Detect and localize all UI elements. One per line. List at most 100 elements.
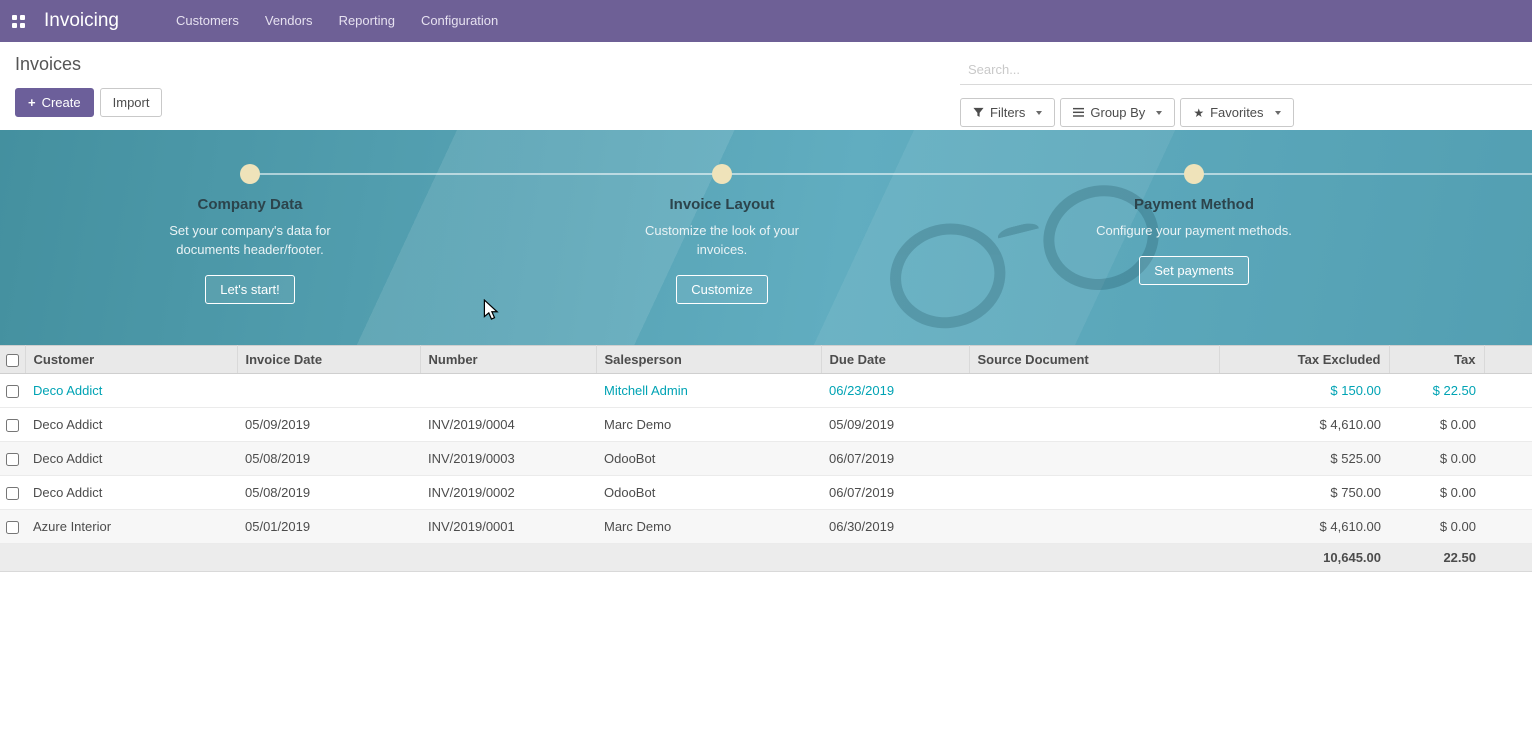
- row-checkbox[interactable]: [6, 487, 19, 500]
- favorites-button[interactable]: ★ Favorites: [1180, 98, 1293, 127]
- create-button[interactable]: + Create: [15, 88, 94, 117]
- cell-customer: Deco Addict: [25, 442, 237, 476]
- set-payments-button[interactable]: Set payments: [1139, 256, 1249, 285]
- onboarding-step-invoice-layout: Invoice Layout Customize the look of you…: [562, 164, 882, 304]
- cell-source-document: [969, 442, 1219, 476]
- onboarding-step-payment-method: Payment Method Configure your payment me…: [1034, 164, 1354, 285]
- cell-salesperson: OdooBot: [596, 442, 821, 476]
- apps-grid-icon: [12, 15, 25, 28]
- cell-source-document: [969, 476, 1219, 510]
- cell-tax-excluded: $ 750.00: [1219, 476, 1389, 510]
- nav-item-configuration[interactable]: Configuration: [408, 0, 511, 42]
- row-checkbox-cell: [0, 408, 25, 442]
- control-panel: Invoices + Create Import Filters: [0, 42, 1532, 130]
- cell-invoice-date: 05/01/2019: [237, 510, 420, 544]
- cell-tax-excluded: $ 4,610.00: [1219, 510, 1389, 544]
- cell-tax: $ 22.50: [1389, 374, 1484, 408]
- plus-icon: +: [28, 97, 36, 108]
- cell-due-date: 06/07/2019: [821, 476, 969, 510]
- cell-invoice-date: 05/08/2019: [237, 476, 420, 510]
- cell-tax: $ 0.00: [1389, 442, 1484, 476]
- select-all-cell: [0, 346, 25, 374]
- col-number[interactable]: Number: [420, 346, 596, 374]
- search-input[interactable]: [960, 55, 1532, 84]
- row-checkbox[interactable]: [6, 521, 19, 534]
- cell-salesperson: Marc Demo: [596, 510, 821, 544]
- lets-start-button[interactable]: Let's start!: [205, 275, 295, 304]
- step-description: Customize the look of your invoices.: [620, 222, 825, 260]
- col-spacer: [1484, 346, 1532, 374]
- select-all-checkbox[interactable]: [6, 354, 19, 367]
- chevron-down-icon: [1036, 111, 1042, 115]
- col-salesperson[interactable]: Salesperson: [596, 346, 821, 374]
- cell-number: INV/2019/0004: [420, 408, 596, 442]
- total-tax: 22.50: [1389, 544, 1484, 572]
- top-navbar: Invoicing Customers Vendors Reporting Co…: [0, 0, 1532, 42]
- cell-tax: $ 0.00: [1389, 408, 1484, 442]
- table-row[interactable]: Azure Interior 05/01/2019 INV/2019/0001 …: [0, 510, 1532, 544]
- col-customer[interactable]: Customer: [25, 346, 237, 374]
- cell-salesperson: OdooBot: [596, 476, 821, 510]
- filter-icon: [973, 107, 984, 118]
- cell-invoice-date: 05/09/2019: [237, 408, 420, 442]
- invoice-table: Customer Invoice Date Number Salesperson…: [0, 345, 1532, 572]
- group-by-button[interactable]: Group By: [1060, 98, 1175, 127]
- nav-item-customers[interactable]: Customers: [163, 0, 252, 42]
- filters-button[interactable]: Filters: [960, 98, 1055, 127]
- cell-number: INV/2019/0002: [420, 476, 596, 510]
- table-footer-row: 10,645.00 22.50: [0, 544, 1532, 572]
- col-invoice-date[interactable]: Invoice Date: [237, 346, 420, 374]
- chevron-down-icon: [1275, 111, 1281, 115]
- row-checkbox-cell: [0, 442, 25, 476]
- row-checkbox-cell: [0, 510, 25, 544]
- col-due-date[interactable]: Due Date: [821, 346, 969, 374]
- cell-tax-excluded: $ 4,610.00: [1219, 408, 1389, 442]
- app-title[interactable]: Invoicing: [44, 10, 119, 32]
- table-header-row: Customer Invoice Date Number Salesperson…: [0, 346, 1532, 374]
- table-row[interactable]: Deco Addict Mitchell Admin 06/23/2019 $ …: [0, 374, 1532, 408]
- step-title: Company Data: [197, 196, 302, 213]
- onboarding-banner: Company Data Set your company's data for…: [0, 130, 1532, 345]
- apps-menu-button[interactable]: [0, 0, 36, 42]
- page-title: Invoices: [15, 54, 162, 75]
- table-row[interactable]: Deco Addict 05/08/2019 INV/2019/0002 Odo…: [0, 476, 1532, 510]
- onboarding-step-company-data: Company Data Set your company's data for…: [90, 164, 410, 304]
- total-tax-excluded: 10,645.00: [1219, 544, 1389, 572]
- customize-button[interactable]: Customize: [676, 275, 767, 304]
- cell-due-date: 06/30/2019: [821, 510, 969, 544]
- cell-spacer: [1484, 374, 1532, 408]
- cell-customer: Deco Addict: [25, 408, 237, 442]
- table-row[interactable]: Deco Addict 05/09/2019 INV/2019/0004 Mar…: [0, 408, 1532, 442]
- row-checkbox[interactable]: [6, 453, 19, 466]
- cell-due-date: 06/23/2019: [821, 374, 969, 408]
- step-dot-icon: [240, 164, 260, 184]
- nav-item-reporting[interactable]: Reporting: [326, 0, 408, 42]
- table-row[interactable]: Deco Addict 05/08/2019 INV/2019/0003 Odo…: [0, 442, 1532, 476]
- step-dot-icon: [712, 164, 732, 184]
- nav-item-vendors[interactable]: Vendors: [252, 0, 326, 42]
- step-dot-icon: [1184, 164, 1204, 184]
- step-title: Invoice Layout: [669, 196, 774, 213]
- cell-number: [420, 374, 596, 408]
- row-checkbox-cell: [0, 374, 25, 408]
- cell-spacer: [1484, 442, 1532, 476]
- row-checkbox[interactable]: [6, 419, 19, 432]
- cell-number: INV/2019/0003: [420, 442, 596, 476]
- invoice-table-body: Deco Addict Mitchell Admin 06/23/2019 $ …: [0, 374, 1532, 544]
- star-icon: ★: [1193, 107, 1204, 119]
- row-checkbox[interactable]: [6, 385, 19, 398]
- cell-tax-excluded: $ 150.00: [1219, 374, 1389, 408]
- cell-salesperson: Marc Demo: [596, 408, 821, 442]
- col-tax[interactable]: Tax: [1389, 346, 1484, 374]
- col-source-document[interactable]: Source Document: [969, 346, 1219, 374]
- step-description: Configure your payment methods.: [1096, 222, 1292, 241]
- cell-customer: Deco Addict: [25, 476, 237, 510]
- col-tax-excluded[interactable]: Tax Excluded: [1219, 346, 1389, 374]
- import-button[interactable]: Import: [100, 88, 163, 117]
- search-box: [960, 55, 1532, 85]
- cell-tax-excluded: $ 525.00: [1219, 442, 1389, 476]
- cell-source-document: [969, 374, 1219, 408]
- cell-customer: Azure Interior: [25, 510, 237, 544]
- cell-spacer: [1484, 510, 1532, 544]
- cell-invoice-date: 05/08/2019: [237, 442, 420, 476]
